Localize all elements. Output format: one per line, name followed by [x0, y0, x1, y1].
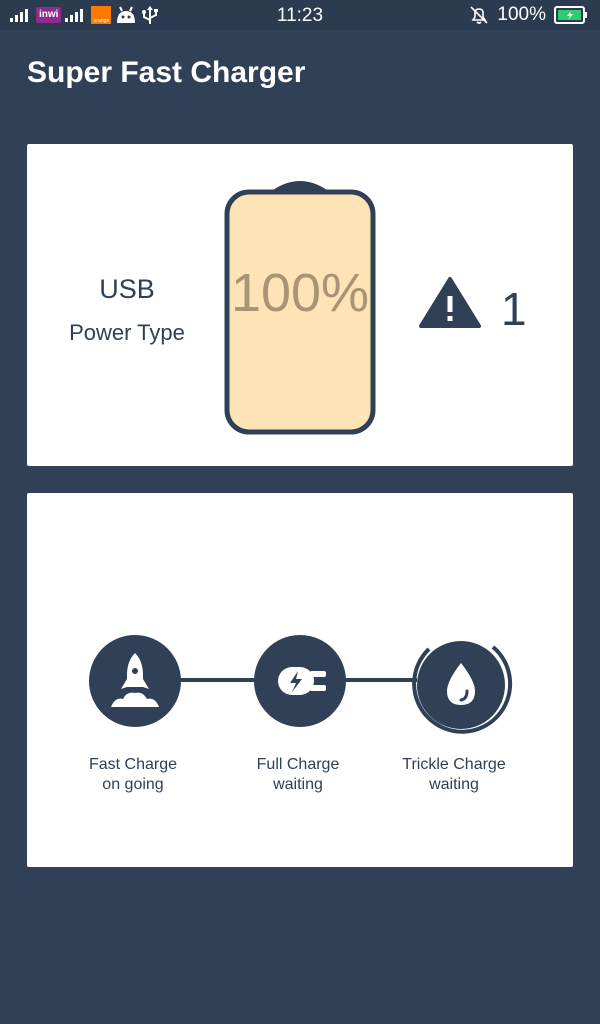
stage-title: Trickle Charge: [402, 756, 506, 773]
power-type-value: USB: [99, 274, 155, 304]
drop-icon: [412, 641, 513, 734]
stage-status: waiting: [273, 776, 323, 793]
stage-full-charge[interactable]: [254, 635, 346, 727]
warning-count: 1: [501, 283, 527, 335]
stage-title: Full Charge: [256, 756, 340, 773]
plug-icon: [254, 635, 346, 727]
status-right: 100%: [469, 4, 588, 26]
status-battery-text: 100%: [497, 4, 546, 25]
charge-stages-card: Fast Charge on going Full Charge waiting…: [27, 493, 573, 867]
stage-label-trickle: Trickle Charge waiting: [384, 755, 524, 795]
battery-level-text: 100%: [230, 263, 370, 323]
battery-status-icon: [554, 6, 587, 24]
stage-status: waiting: [429, 776, 479, 793]
stage-title: Fast Charge: [88, 756, 178, 773]
stage-label-fast: Fast Charge on going: [63, 755, 203, 795]
power-type-label: Power Type: [69, 320, 185, 345]
stage-trickle-charge[interactable]: [409, 633, 513, 737]
bell-off-icon: [470, 6, 488, 24]
stage-fast-charge[interactable]: [89, 635, 181, 727]
battery-card: USB Power Type 100% 1: [27, 144, 573, 466]
battery-graphic: 100%: [223, 174, 377, 436]
warning-group[interactable]: 1: [419, 276, 559, 336]
app-title: Super Fast Charger: [27, 56, 306, 89]
stage-status: on going: [102, 776, 164, 793]
stage-label-full: Full Charge waiting: [228, 755, 368, 795]
stage-connector: [337, 678, 417, 682]
warning-icon: [419, 277, 481, 328]
rocket-icon: [89, 635, 181, 727]
stage-connector: [173, 678, 263, 682]
status-bar: inwi orange 11:23 100%: [0, 0, 600, 30]
